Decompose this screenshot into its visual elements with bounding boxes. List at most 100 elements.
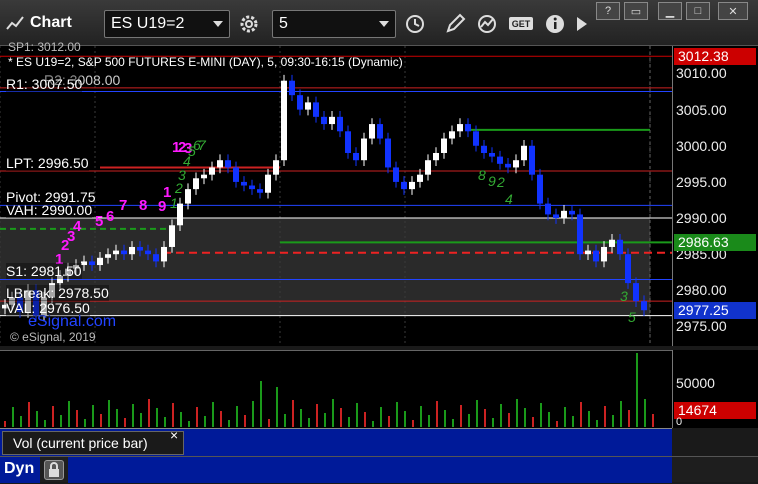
volume-bar — [28, 402, 30, 427]
volume-bar — [468, 414, 470, 427]
candle-body — [441, 138, 447, 153]
volume-bar — [428, 415, 430, 427]
volume-bar — [372, 421, 374, 427]
chart-logo-icon — [6, 16, 24, 30]
volume-bar — [452, 419, 454, 427]
candle-body — [89, 261, 95, 266]
price-tag: 2986.63 — [674, 234, 756, 252]
restore-window-button[interactable]: ▭ — [624, 2, 648, 20]
arrow-icon — [577, 17, 587, 31]
interval-input[interactable]: 5 — [272, 10, 396, 38]
volume-bar — [292, 400, 294, 427]
td-count-magenta: 7 — [119, 197, 127, 214]
td-count-green: 5 — [628, 309, 636, 325]
candle-body — [513, 160, 519, 168]
volume-bar — [484, 409, 486, 427]
candle-body — [433, 152, 439, 161]
volume-bar — [388, 416, 390, 427]
volume-canvas — [4, 353, 654, 427]
volume-pane[interactable] — [0, 350, 672, 428]
app-title: Chart — [30, 14, 72, 31]
time-button[interactable] — [400, 10, 430, 38]
candle-body — [457, 124, 463, 132]
volume-bar — [44, 420, 46, 427]
minimize-window-button[interactable]: ▁ — [658, 2, 682, 20]
dynamic-badge[interactable]: Dyn — [0, 457, 40, 483]
volume-bar — [420, 406, 422, 427]
volume-bar — [276, 387, 278, 427]
volume-bar — [540, 403, 542, 427]
volume-bar — [596, 420, 598, 427]
candle-body — [241, 181, 247, 186]
studies-button[interactable] — [472, 10, 502, 38]
volume-bar — [204, 416, 206, 427]
svg-text:GET: GET — [512, 19, 531, 29]
price-axis[interactable] — [672, 46, 758, 346]
candle-body — [209, 167, 215, 175]
candle-body — [601, 246, 607, 262]
time-axis[interactable] — [68, 457, 672, 483]
price-tick-label: 2975.00 — [676, 318, 727, 335]
volume-bar — [572, 416, 574, 427]
volume-bar — [580, 402, 582, 427]
td-count-green: 7 — [198, 137, 207, 153]
close-window-button[interactable]: ✕ — [718, 2, 748, 20]
volume-bar — [76, 410, 78, 427]
td-count-magenta: 8 — [139, 197, 147, 214]
volume-bar — [228, 420, 230, 427]
td-count-green: 8 — [478, 167, 486, 183]
lock-button[interactable] — [44, 460, 64, 480]
price-tick-label: 2990.00 — [676, 210, 727, 227]
volume-bar — [60, 415, 62, 427]
candle-body — [297, 95, 303, 110]
td-count-green: 2 — [496, 174, 505, 190]
volume-bar — [308, 418, 310, 427]
volume-axis-zero: 0 — [676, 416, 683, 428]
candle-body — [105, 254, 111, 258]
volume-bar — [100, 414, 102, 427]
draw-button[interactable] — [440, 10, 470, 38]
candle-body — [281, 80, 287, 161]
volume-legend[interactable]: Vol (current price bar) — [2, 431, 184, 455]
volume-bar — [332, 399, 334, 427]
status-bar: Dyn — [0, 456, 758, 483]
volume-bar — [52, 406, 54, 427]
td-count-green: 4 — [505, 191, 513, 207]
volume-bar — [588, 411, 590, 427]
candle-body — [153, 254, 159, 262]
settings-button[interactable] — [234, 10, 264, 38]
chevron-down-icon[interactable] — [379, 21, 389, 27]
price-tick-label: 3010.00 — [676, 65, 727, 82]
watermark: eSignal.com — [28, 313, 117, 330]
candle-body — [465, 124, 471, 132]
td-count-magenta: 6 — [106, 208, 114, 225]
copyright-text: © eSignal, 2019 — [10, 330, 96, 344]
symbol-input[interactable]: ES U19=2 — [104, 10, 230, 38]
close-icon[interactable]: × — [170, 427, 178, 443]
candle-body — [449, 131, 455, 139]
volume-bar — [364, 412, 366, 427]
get-button[interactable]: GET — [506, 10, 536, 38]
maximize-window-button[interactable]: □ — [686, 2, 710, 20]
volume-bar — [492, 418, 494, 427]
volume-bar — [268, 419, 270, 427]
volume-bar — [244, 415, 246, 427]
volume-bar — [532, 417, 534, 427]
candle-body — [497, 156, 503, 164]
chevron-down-icon[interactable] — [213, 21, 223, 27]
candle-body — [313, 102, 319, 117]
td-count-green: 9 — [488, 173, 496, 189]
volume-bar — [236, 406, 238, 427]
volume-bar — [4, 421, 6, 427]
candle-body — [425, 160, 431, 175]
volume-bar — [548, 412, 550, 427]
candle-body — [393, 167, 399, 182]
info-button[interactable] — [540, 10, 570, 38]
more-button[interactable] — [568, 10, 598, 38]
volume-bar — [524, 408, 526, 427]
volume-bar — [636, 353, 638, 427]
candle-body — [145, 250, 151, 255]
volume-bar — [12, 407, 14, 427]
help-window-button[interactable]: ? — [596, 2, 620, 20]
candle-body — [329, 116, 335, 125]
